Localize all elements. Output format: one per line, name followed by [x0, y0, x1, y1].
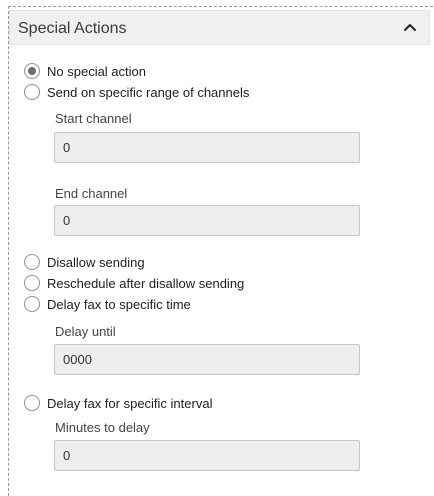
radio-option-reschedule[interactable]: Reschedule after disallow sending — [24, 275, 244, 291]
end-channel-input[interactable]: 0 — [54, 205, 360, 236]
radio-label-delay-time: Delay fax to specific time — [47, 296, 191, 312]
radio-option-no-special-action[interactable]: No special action — [24, 63, 146, 79]
delay-until-input[interactable]: 0000 — [54, 344, 360, 375]
radio-option-delay-time[interactable]: Delay fax to specific time — [24, 296, 191, 312]
delay-until-label: Delay until — [55, 324, 116, 339]
start-channel-label: Start channel — [55, 111, 132, 126]
radio-option-channel-range[interactable]: Send on specific range of channels — [24, 84, 249, 100]
radio-label-channel-range: Send on specific range of channels — [47, 84, 250, 100]
chevron-up-icon[interactable] — [400, 17, 420, 37]
radio-option-disallow-sending[interactable]: Disallow sending — [24, 254, 145, 270]
radio-label-delay-interval: Delay fax for specific interval — [47, 395, 213, 411]
start-channel-input[interactable]: 0 — [54, 132, 360, 163]
radio-button-channel-range[interactable] — [24, 84, 40, 100]
radio-button-no-special-action[interactable] — [24, 63, 40, 79]
radio-button-delay-time[interactable] — [24, 296, 40, 312]
minutes-to-delay-label: Minutes to delay — [55, 420, 150, 435]
radio-button-reschedule[interactable] — [24, 275, 40, 291]
radio-label-reschedule: Reschedule after disallow sending — [47, 275, 245, 291]
radio-label-disallow-sending: Disallow sending — [47, 254, 145, 270]
radio-label-no-special-action: No special action — [47, 63, 146, 79]
minutes-to-delay-input[interactable]: 0 — [54, 440, 360, 471]
radio-button-disallow-sending[interactable] — [24, 254, 40, 270]
section-header[interactable]: Special Actions — [9, 10, 430, 45]
section-title: Special Actions — [18, 20, 127, 37]
end-channel-label: End channel — [55, 186, 128, 201]
radio-option-delay-interval[interactable]: Delay fax for specific interval — [24, 395, 212, 411]
radio-button-delay-interval[interactable] — [24, 395, 40, 411]
